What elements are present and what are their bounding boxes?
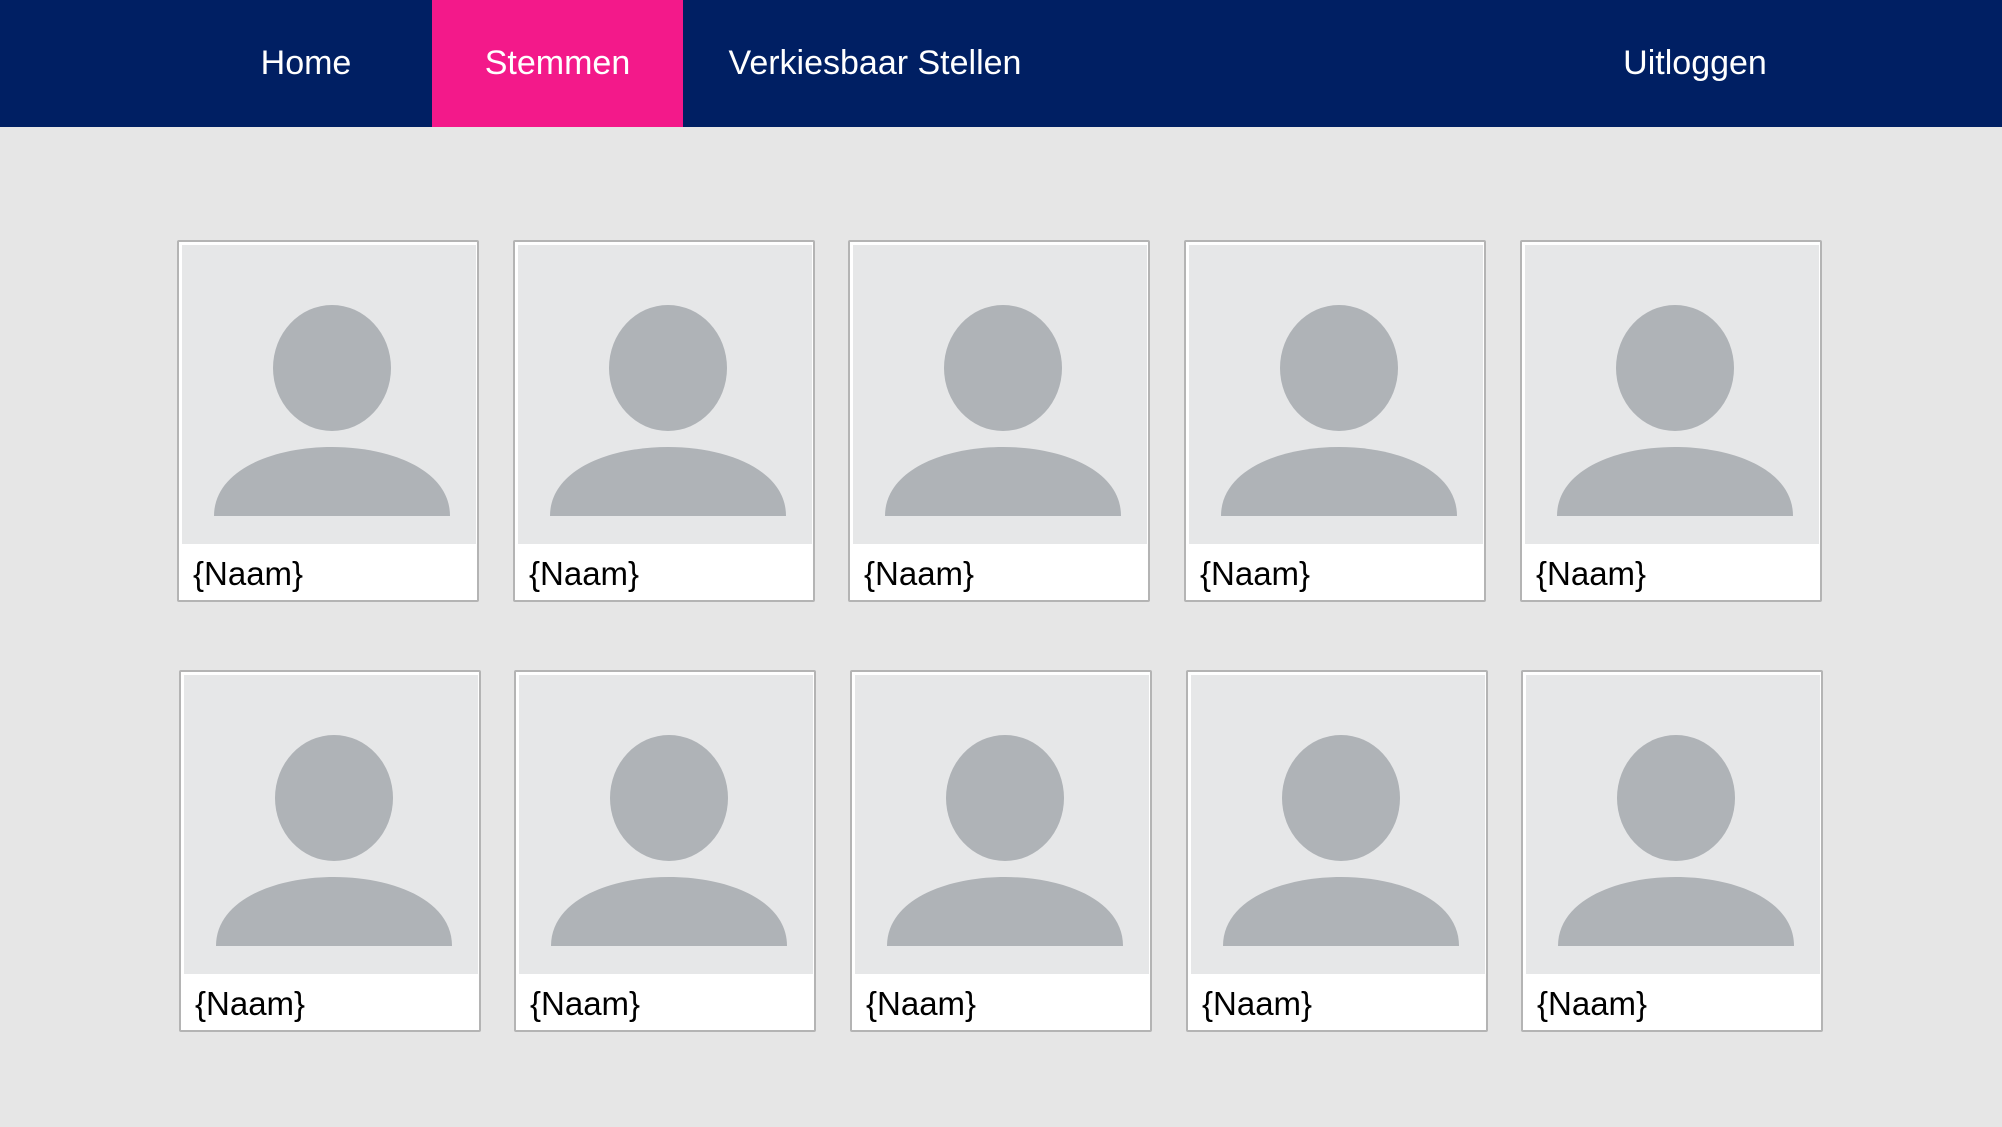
candidate-name: {Naam} <box>193 555 304 592</box>
top-navigation-bar: Home Stemmen Verkiesbaar Stellen Uitlogg… <box>0 0 2002 127</box>
person-placeholder-icon <box>551 735 787 946</box>
candidate-photo <box>182 245 476 544</box>
candidate-photo <box>1526 675 1820 974</box>
candidate-name: {Naam} <box>864 555 975 592</box>
candidate-photo <box>518 245 812 544</box>
person-placeholder-icon <box>1557 305 1793 516</box>
person-placeholder-icon <box>216 735 452 946</box>
candidate-photo <box>1191 675 1485 974</box>
candidate-card[interactable]: {Naam} <box>1184 240 1486 602</box>
candidate-card[interactable]: {Naam} <box>177 240 479 602</box>
candidate-photo <box>855 675 1149 974</box>
nav-logout[interactable]: Uitloggen <box>1595 0 1795 127</box>
person-placeholder-icon <box>887 735 1123 946</box>
candidate-card[interactable]: {Naam} <box>514 670 816 1032</box>
person-placeholder-icon <box>1221 305 1457 516</box>
nav-candidate[interactable]: Verkiesbaar Stellen <box>700 0 1050 127</box>
candidate-card[interactable]: {Naam} <box>1521 670 1823 1032</box>
candidate-name: {Naam} <box>1537 985 1648 1022</box>
person-placeholder-icon <box>214 305 450 516</box>
candidate-name: {Naam} <box>866 985 977 1022</box>
candidate-photo <box>853 245 1147 544</box>
person-placeholder-icon <box>885 305 1121 516</box>
candidate-card[interactable]: {Naam} <box>1520 240 1822 602</box>
candidate-photo <box>1189 245 1483 544</box>
candidate-photo <box>519 675 813 974</box>
candidate-name: {Naam} <box>195 985 306 1022</box>
person-placeholder-icon <box>1558 735 1794 946</box>
candidate-name: {Naam} <box>529 555 640 592</box>
candidate-photo <box>1525 245 1819 544</box>
candidate-card[interactable]: {Naam} <box>1186 670 1488 1032</box>
candidate-name: {Naam} <box>530 985 641 1022</box>
nav-vote-active[interactable]: Stemmen <box>432 0 683 127</box>
candidate-card[interactable]: {Naam} <box>179 670 481 1032</box>
person-placeholder-icon <box>1223 735 1459 946</box>
candidate-card[interactable]: {Naam} <box>513 240 815 602</box>
nav-home[interactable]: Home <box>206 0 406 127</box>
candidate-card[interactable]: {Naam} <box>850 670 1152 1032</box>
candidate-name: {Naam} <box>1536 555 1647 592</box>
candidate-card[interactable]: {Naam} <box>848 240 1150 602</box>
person-placeholder-icon <box>550 305 786 516</box>
candidate-photo <box>184 675 478 974</box>
candidate-name: {Naam} <box>1202 985 1313 1022</box>
candidate-name: {Naam} <box>1200 555 1311 592</box>
